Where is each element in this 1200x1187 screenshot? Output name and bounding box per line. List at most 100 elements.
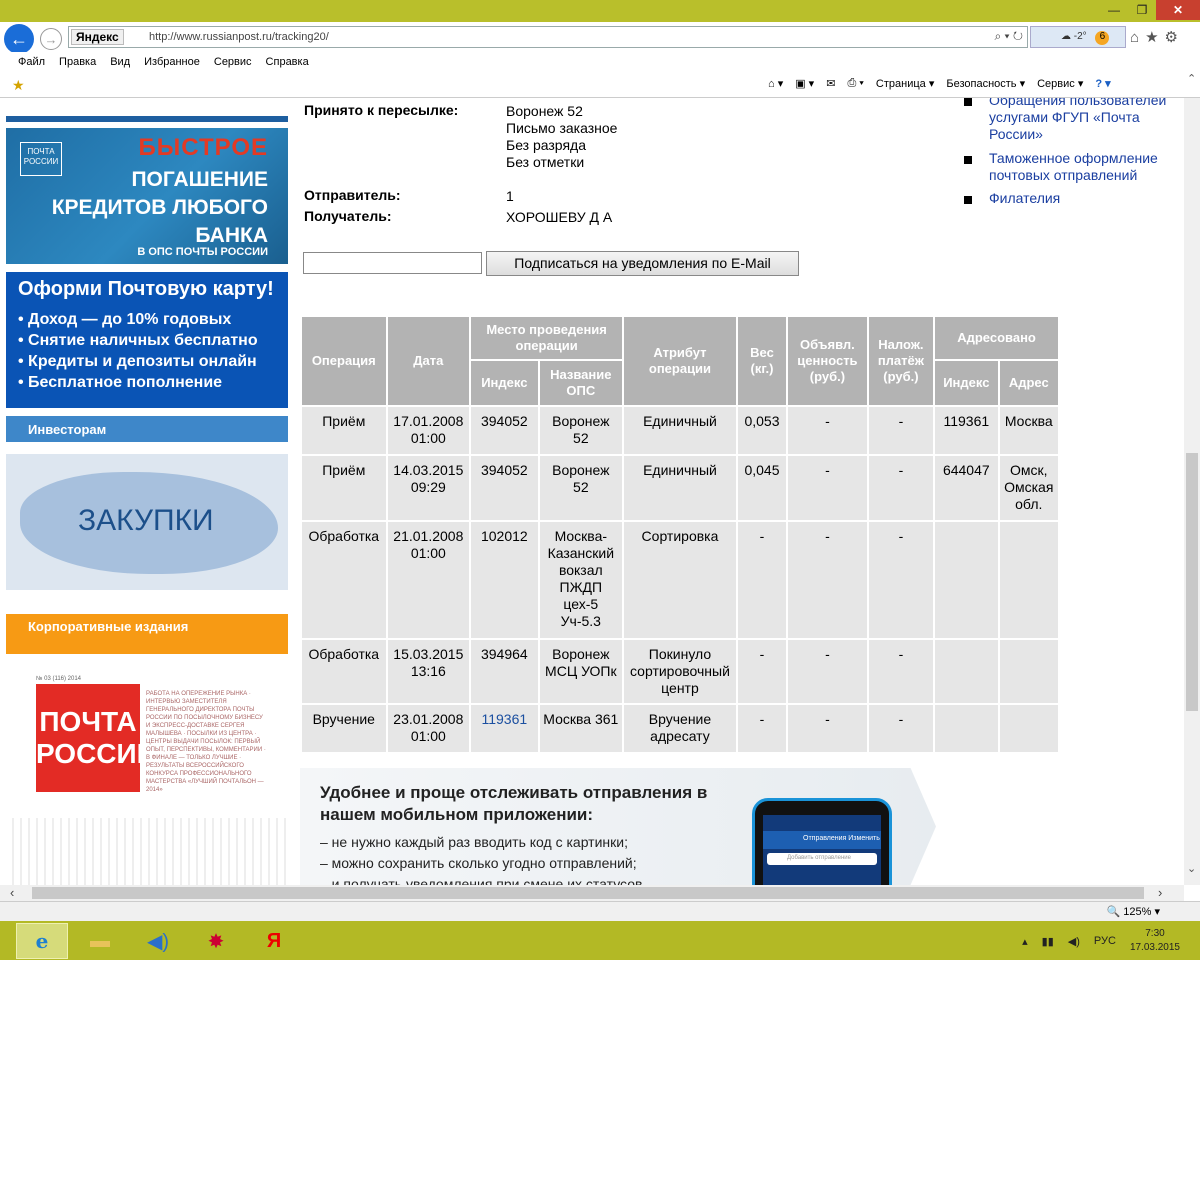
- volume-icon[interactable]: ◀): [1068, 935, 1080, 948]
- settings-gear-icon[interactable]: ⚙: [1165, 28, 1178, 46]
- cell-operation: Вручение: [302, 705, 386, 752]
- back-arrow-icon[interactable]: ←: [4, 24, 34, 54]
- email-field[interactable]: [303, 252, 482, 274]
- accepted-office: Воронеж 52: [506, 103, 583, 119]
- yandex-widgets[interactable]: ☁ -2° 6: [1030, 26, 1126, 48]
- philately-link[interactable]: Филателия: [989, 190, 1179, 207]
- tools-menu[interactable]: Сервис ▾: [1037, 77, 1083, 90]
- procurement-title: ЗАКУПКИ: [78, 504, 214, 537]
- postal-card-banner[interactable]: Оформи Почтовую карту! • Доход — до 10% …: [6, 272, 288, 408]
- cell-index: 394964: [471, 640, 538, 703]
- network-icon[interactable]: ▮▮: [1042, 935, 1054, 948]
- horizontal-scrollbar[interactable]: ‹ ›: [0, 885, 1184, 901]
- language-indicator[interactable]: РУС: [1094, 935, 1116, 947]
- cell-declared: -: [788, 522, 867, 638]
- loan-repayment-banner[interactable]: ПОЧТА РОССИИ БЫСТРОЕ ПОГАШЕНИЕ КРЕДИТОВ …: [6, 128, 288, 264]
- investors-link[interactable]: Инвесторам: [6, 416, 288, 442]
- cell-weight: -: [737, 705, 787, 752]
- cell-date: 17.01.2008 01:00: [387, 407, 470, 454]
- scroll-left-icon[interactable]: ‹: [10, 885, 14, 900]
- add-favorite-icon[interactable]: ★: [12, 77, 25, 94]
- yandex-taskbar-icon[interactable]: Я: [248, 923, 300, 959]
- procurement-banner[interactable]: ЗАКУПКИ: [6, 454, 288, 590]
- window-controls: — ❐ ✕: [1100, 0, 1200, 20]
- close-icon[interactable]: ✕: [1156, 0, 1200, 20]
- sender-label: Отправитель:: [304, 187, 401, 203]
- page-menu[interactable]: Страница ▾: [876, 77, 934, 90]
- menu-view[interactable]: Вид: [110, 56, 130, 68]
- menu-file[interactable]: Файл: [18, 56, 45, 68]
- cell-attribute: Сортировка: [624, 522, 736, 638]
- clock-date: 17.03.2015: [1129, 942, 1180, 953]
- forward-arrow-icon[interactable]: →: [40, 28, 62, 50]
- feeds-icon[interactable]: ▣ ▾: [795, 77, 814, 90]
- phone-tab-bar: Отправления Изменить: [763, 831, 881, 849]
- zoom-level[interactable]: 🔍 125% ▾: [1107, 905, 1160, 918]
- address-bar[interactable]: Яндекс http://www.russianpost.ru/trackin…: [68, 26, 1028, 48]
- vertical-scrollbar[interactable]: ⌃ ⌄: [1184, 73, 1200, 885]
- cell-attribute: Единичный: [624, 456, 736, 520]
- mail-icon[interactable]: ✉: [826, 77, 835, 90]
- cell-cod: -: [868, 522, 934, 638]
- photo-app-taskbar-icon[interactable]: ✸: [190, 923, 242, 959]
- index-link[interactable]: 119361: [481, 711, 527, 727]
- cell-cod: -: [868, 640, 934, 703]
- cell-declared: -: [788, 640, 867, 703]
- help-icon[interactable]: ? ▾: [1095, 77, 1110, 90]
- cell-cod: -: [868, 456, 934, 520]
- banner-footer: В ОПС ПОЧТЫ РОССИИ: [137, 246, 268, 258]
- cell-index: 394052: [471, 407, 538, 454]
- subscribe-email-button[interactable]: Подписаться на уведомления по E-Mail: [486, 251, 799, 276]
- bullet-icon: [964, 196, 972, 204]
- restore-icon[interactable]: ❐: [1128, 0, 1156, 20]
- header-addressed: Адресовано: [935, 317, 1058, 359]
- header-ops-name: Название ОПС: [539, 361, 623, 405]
- customs-link[interactable]: Таможенное оформление почтовых отправлен…: [989, 150, 1179, 184]
- magazine-cover[interactable]: № 03 (116) 2014 ПОЧТА РОССИИ РАБОТА НА О…: [36, 676, 266, 796]
- promo-title: Удобнее и проще отслеживать отправления …: [320, 783, 708, 824]
- city-illustration: [6, 818, 288, 885]
- menu-tools[interactable]: Сервис: [214, 56, 252, 68]
- explorer-taskbar-icon[interactable]: ▬: [74, 923, 126, 959]
- safety-menu[interactable]: Безопасность ▾: [946, 77, 1025, 90]
- cell-to-index: [935, 522, 998, 638]
- sound-taskbar-icon[interactable]: ◀): [132, 923, 184, 959]
- minimize-icon[interactable]: —: [1100, 0, 1128, 20]
- corporate-publications-header[interactable]: Корпоративные издания: [6, 614, 288, 654]
- print-icon[interactable]: ⎙ ▾: [847, 77, 863, 90]
- home-icon[interactable]: ⌂: [1130, 29, 1139, 46]
- notification-badge[interactable]: 6: [1095, 31, 1110, 45]
- url-text[interactable]: http://www.russianpost.ru/tracking20/: [149, 31, 329, 43]
- ie-taskbar-icon[interactable]: e: [16, 923, 68, 959]
- weather-value: -2°: [1073, 31, 1087, 42]
- mobile-app-promo[interactable]: Удобнее и проще отслеживать отправления …: [300, 768, 936, 885]
- menu-edit[interactable]: Правка: [59, 56, 96, 68]
- cell-to-index: [935, 640, 998, 703]
- tray-expand-icon[interactable]: ▴: [1022, 935, 1028, 948]
- clock[interactable]: 7:30 17.03.2015: [1130, 927, 1180, 955]
- yandex-button[interactable]: Яндекс: [71, 29, 124, 45]
- home-menu-icon[interactable]: ⌂ ▾: [768, 77, 783, 90]
- scroll-thumb[interactable]: [32, 887, 1144, 899]
- cell-ops: Москва 361: [539, 705, 623, 752]
- cell-to-address: Омск, Омская обл.: [999, 456, 1058, 520]
- cell-date: 15.03.2015 13:16: [387, 640, 470, 703]
- cell-date: 14.03.2015 09:29: [387, 456, 470, 520]
- taskbar: e ▬ ◀) ✸ Я ▴ ▮▮ ◀) РУС 7:30 17.03.2015: [0, 921, 1200, 960]
- accepted-class: Без разряда: [506, 137, 586, 153]
- promo-item: – можно сохранить сколько угодно отправл…: [320, 855, 637, 871]
- cell-operation: Приём: [302, 407, 386, 454]
- banner-item: • Бесплатное пополнение: [18, 374, 223, 391]
- menu-favorites[interactable]: Избранное: [144, 56, 200, 68]
- address-tools[interactable]: ⌕ ▾ ↻: [994, 29, 1023, 44]
- cell-index: 394052: [471, 456, 538, 520]
- user-appeals-link[interactable]: Обращения пользователей услугами ФГУП «П…: [989, 98, 1179, 143]
- favorites-star-icon[interactable]: ★: [1145, 28, 1158, 46]
- scroll-thumb[interactable]: [1186, 453, 1198, 711]
- magazine-issue: № 03 (116) 2014: [36, 676, 82, 682]
- scroll-up-icon[interactable]: ⌃: [1187, 72, 1196, 85]
- scroll-down-icon[interactable]: ⌄: [1187, 862, 1196, 875]
- scroll-right-icon[interactable]: ›: [1158, 885, 1162, 900]
- menu-help[interactable]: Справка: [266, 56, 309, 68]
- table-row: Вручение 23.01.2008 01:00 119361 Москва …: [302, 705, 1058, 752]
